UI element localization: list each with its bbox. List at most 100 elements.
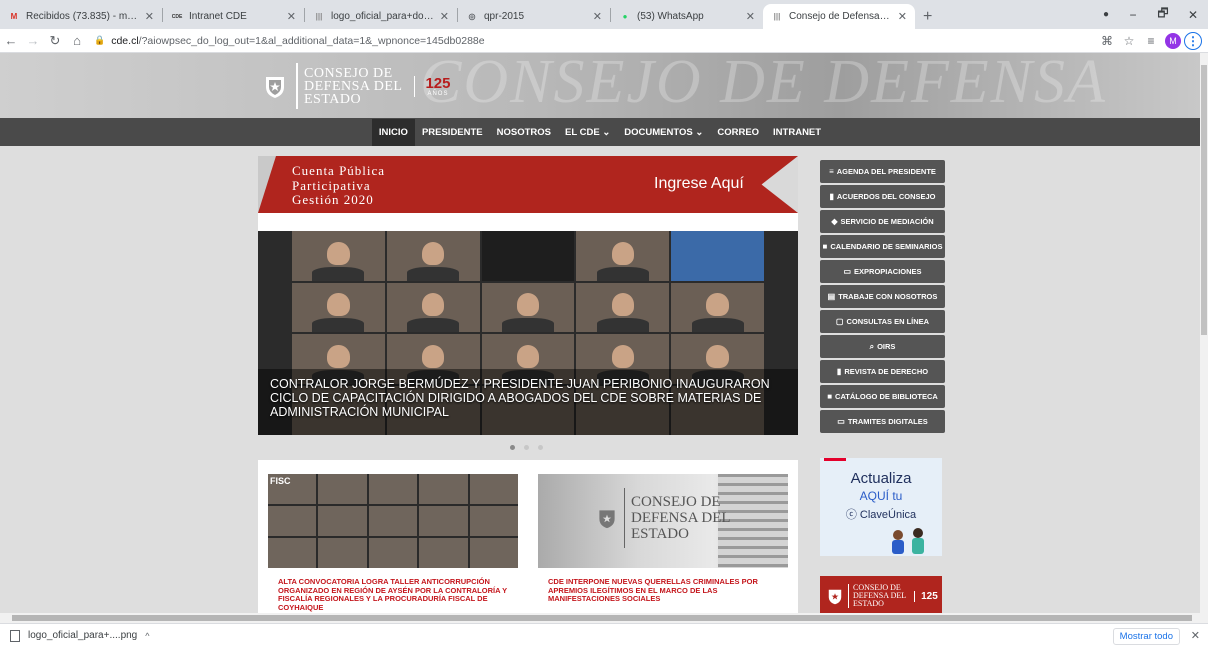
url-host: cde.cl (111, 34, 139, 47)
cde-favicon-icon: ||| (773, 12, 781, 21)
forward-icon[interactable]: → (22, 33, 44, 48)
news-card[interactable]: FISC ALTA CONVOCATORIA LOGRA TALLER ANTI… (268, 474, 518, 613)
cde-favicon-icon: ||| (315, 12, 323, 21)
scrollbar-thumb[interactable] (1201, 65, 1207, 335)
participant-tile (292, 231, 385, 281)
sidebar-item-label: TRABAJE CON NOSOTROS (838, 292, 938, 301)
star-icon[interactable]: ☆ (1118, 34, 1140, 48)
browser-tab-bar: M Recibidos (73.835) - mo.schaffer... ✕ … (0, 0, 1208, 29)
logo-text: CONSEJO DE DEFENSA DEL ESTADO (304, 66, 402, 106)
translate-icon[interactable]: ⌘ (1096, 34, 1118, 48)
menu-icon[interactable]: ⋮ (1184, 31, 1202, 50)
sidebar-item-seminarios[interactable]: ■ CALENDARIO DE SEMINARIOS (820, 235, 945, 258)
maximize-button[interactable]: 🗗 (1148, 4, 1178, 25)
tab-gmail[interactable]: M Recibidos (73.835) - mo.schaffer... ✕ (0, 4, 162, 29)
tab-logo[interactable]: ||| logo_oficial_para+documentos_... ✕ (305, 4, 457, 29)
nav-item-el-cde[interactable]: EL CDE ⌄ (558, 127, 617, 138)
nav-item-correo[interactable]: CORREO (710, 127, 766, 138)
nav-item-documentos[interactable]: DOCUMENTOS ⌄ (617, 127, 710, 138)
sign-line: DEFENSA DEL (631, 510, 731, 526)
close-icon[interactable]: ✕ (746, 10, 755, 23)
sidebar-item-label: CATÁLOGO DE BIBLIOTECA (835, 392, 938, 401)
cuenta-line: Gestión 2020 (292, 192, 374, 207)
ingrese-aqui-link[interactable]: Ingrese Aquí (654, 175, 744, 193)
nav-item-presidente[interactable]: PRESIDENTE (415, 127, 490, 138)
tab-whatsapp[interactable]: ● (53) WhatsApp ✕ (611, 4, 763, 29)
news-carousel[interactable]: CONTRALOR JORGE BERMÚDEZ Y PRESIDENTE JU… (258, 231, 798, 435)
show-all-button[interactable]: Mostrar todo (1112, 628, 1180, 645)
id-card-icon: ▤ (827, 292, 836, 301)
clave-line: ⓒ ClaveÚnica (845, 509, 917, 521)
clave-unica-banner[interactable]: Actualiza AQUÍ tu ⓒ ClaveÚnica (820, 458, 942, 556)
comments-icon: ⌕ (869, 341, 875, 351)
carousel-dot[interactable] (524, 445, 529, 450)
participant-tile (386, 231, 480, 281)
cde-125-logo[interactable]: CONSEJO DE DEFENSA DEL ESTADO 125 (820, 576, 942, 613)
sidebar-item-label: AGENDA DEL PRESIDENTE (836, 167, 936, 176)
carousel-caption[interactable]: CONTRALOR JORGE BERMÚDEZ Y PRESIDENTE JU… (270, 377, 790, 419)
sidebar-item-revista[interactable]: ▮ REVISTA DE DERECHO (820, 360, 945, 383)
tab-intranet[interactable]: CDE Intranet CDE ✕ (163, 4, 304, 29)
sidebar-item-label: SERVICIO DE MEDIACIÓN (840, 217, 934, 226)
chevron-up-icon[interactable]: ^ (145, 631, 149, 641)
cde-icon: CDE (171, 13, 183, 20)
site-logo[interactable]: CONSEJO DE DEFENSA DEL ESTADO 125 AÑOS (262, 63, 450, 109)
nav-item-intranet[interactable]: INTRANET (766, 127, 828, 138)
new-tab-button[interactable]: + (915, 4, 940, 29)
scrollbar-thumb[interactable] (12, 615, 1192, 621)
book-icon: ■ (827, 392, 833, 401)
close-icon[interactable]: ✕ (145, 10, 154, 23)
close-icon[interactable]: ✕ (287, 10, 296, 23)
cuenta-publica-title: Cuenta Pública Participativa Gestión 202… (292, 163, 385, 208)
sidebar-item-biblioteca[interactable]: ■ CATÁLOGO DE BIBLIOTECA (820, 385, 945, 408)
avatar[interactable]: M (1165, 32, 1181, 49)
close-icon[interactable]: ✕ (593, 10, 602, 23)
book-icon: ▮ (836, 367, 842, 376)
nav-item-nosotros[interactable]: NOSOTROS (490, 127, 558, 138)
reload-icon[interactable]: ↻ (44, 33, 66, 49)
back-icon[interactable]: ← (0, 33, 22, 48)
window-controls: ● − 🗗 ✕ (1094, 0, 1208, 29)
tab-title: qpr-2015 (484, 11, 525, 22)
close-icon[interactable]: ✕ (898, 10, 907, 23)
browser-profile-icon[interactable]: ● (1094, 9, 1118, 20)
sign-line: CONSEJO DE (631, 494, 721, 510)
sidebar-item-expropiaciones[interactable]: ▭ EXPROPIACIONES (820, 260, 945, 283)
carousel-dot[interactable] (510, 445, 515, 450)
banner-decoration (258, 156, 276, 213)
minimize-button[interactable]: − (1118, 8, 1148, 22)
home-icon[interactable]: ⌂ (66, 33, 88, 48)
video-call-grid (268, 474, 518, 568)
close-window-button[interactable]: ✕ (1178, 8, 1208, 22)
sidebar-item-oirs[interactable]: ⌕ OIRS (820, 335, 945, 358)
tab-qpr[interactable]: ◎ qpr-2015 ✕ (458, 4, 610, 29)
news-title[interactable]: ALTA CONVOCATORIA LOGRA TALLER ANTICORRU… (268, 568, 518, 612)
sidebar-item-tramites[interactable]: ▭ TRAMITES DIGITALES (820, 410, 945, 433)
sidebar-item-agenda[interactable]: ≡ AGENDA DEL PRESIDENTE (820, 160, 945, 183)
close-icon[interactable]: ✕ (440, 10, 449, 23)
carousel-dot[interactable] (538, 445, 543, 450)
sidebar-item-acuerdos[interactable]: ▮ ACUERDOS DEL CONSEJO (820, 185, 945, 208)
news-title[interactable]: CDE INTERPONE NUEVAS QUERELLAS CRIMINALE… (538, 568, 788, 604)
address-bar: ← → ↻ ⌂ 🔒 cde.cl/?aiowpsec_do_log_out=1&… (0, 29, 1208, 53)
tab-cde-active[interactable]: ||| Consejo de Defensa del Estado ✕ (763, 4, 915, 29)
vertical-scrollbar[interactable] (1200, 53, 1208, 613)
desktop-icon: ▭ (837, 417, 845, 426)
main-nav: INICIO PRESIDENTE NOSOTROS EL CDE ⌄ DOCU… (0, 118, 1200, 146)
cuenta-publica-banner[interactable]: Cuenta Pública Participativa Gestión 202… (258, 156, 798, 213)
handshake-icon: ◆ (831, 217, 838, 226)
participant-tile (481, 282, 575, 332)
download-filename[interactable]: logo_oficial_para+....png (28, 630, 137, 641)
news-card[interactable]: CONSEJO DE DEFENSA DEL ESTADO CDE INTERP… (538, 474, 788, 613)
lock-icon: 🔒 (94, 35, 106, 45)
sidebar-item-consultas[interactable]: ▢ CONSULTAS EN LÍNEA (820, 310, 945, 333)
sidebar-item-trabaje[interactable]: ▤ TRABAJE CON NOSOTROS (820, 285, 945, 308)
url-field[interactable]: 🔒 cde.cl/?aiowpsec_do_log_out=1&al_addit… (94, 35, 1096, 47)
close-shelf-button[interactable]: ✕ (1191, 629, 1200, 642)
clave-line: AQUÍ tu (859, 489, 903, 503)
reading-list-icon[interactable]: ≡ (1140, 34, 1162, 48)
sidebar-item-mediacion[interactable]: ◆ SERVICIO DE MEDIACIÓN (820, 210, 945, 233)
nav-item-inicio[interactable]: INICIO (371, 118, 415, 146)
horizontal-scrollbar[interactable] (0, 613, 1208, 623)
cuenta-line: Participativa (292, 177, 371, 193)
